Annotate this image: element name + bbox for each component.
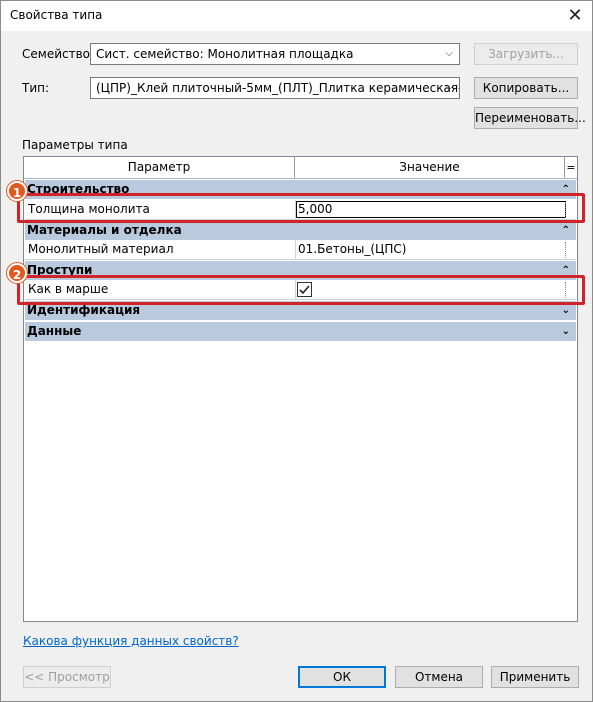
help-link[interactable]: Какова функция данных свойств?	[23, 634, 239, 648]
group-identification[interactable]: Идентификация ⌄	[25, 301, 576, 320]
family-value: Сист. семейство: Монолитная площадка	[96, 47, 354, 61]
step-marker-1: 1	[7, 181, 27, 201]
family-dropdown[interactable]: Сист. семейство: Монолитная площадка ⌵	[90, 43, 460, 65]
family-label: Семейство:	[22, 47, 95, 61]
group-treads[interactable]: Проступи ⌃	[25, 261, 576, 280]
column-header-value[interactable]: Значение	[295, 157, 565, 178]
dialog-title: Свойства типа	[10, 8, 103, 22]
param-name: Монолитный материал	[27, 240, 296, 259]
param-row-material[interactable]: Монолитный материал 01.Бетоны_(ЦПС)	[25, 240, 576, 260]
checkmark-icon	[299, 285, 310, 295]
apply-button[interactable]: Применить	[491, 666, 579, 688]
rename-button[interactable]: Переименовать...	[474, 107, 586, 129]
param-row-thickness[interactable]: Толщина монолита 5,000	[25, 200, 576, 220]
collapse-icon[interactable]: ⌃	[562, 180, 570, 199]
grid-header: Параметр Значение =	[24, 157, 577, 179]
collapse-icon[interactable]: ⌃	[562, 221, 570, 240]
group-materials[interactable]: Материалы и отделка ⌃	[25, 221, 576, 240]
ok-button[interactable]: ОК	[298, 666, 386, 688]
preview-button[interactable]: << Просмотр	[23, 666, 111, 688]
group-label: Данные	[27, 324, 82, 338]
param-value[interactable]: 01.Бетоны_(ЦПС)	[298, 240, 564, 259]
parameters-grid: Параметр Значение = Строительство ⌃ Толщ…	[23, 156, 578, 622]
type-label: Тип:	[22, 81, 50, 95]
thickness-input[interactable]: 5,000	[296, 201, 566, 218]
chevron-down-icon: ⌵	[445, 48, 453, 59]
copy-button[interactable]: Копировать...	[474, 77, 578, 99]
param-name: Как в марше	[27, 280, 296, 299]
row-divider	[565, 202, 566, 218]
group-label: Идентификация	[27, 303, 141, 317]
cancel-button[interactable]: Отмена	[395, 666, 483, 688]
chevron-down-icon: ⌵	[445, 82, 453, 93]
load-button[interactable]: Загрузить...	[474, 43, 578, 65]
type-properties-dialog: Свойства типа ✕ Семейство: Сист. семейст…	[0, 0, 593, 702]
column-header-formula[interactable]: =	[565, 157, 577, 178]
column-header-parameter[interactable]: Параметр	[24, 157, 295, 178]
group-construction[interactable]: Строительство ⌃	[25, 180, 576, 199]
type-value: (ЦПР)_Клей плиточный-5мм_(ПЛТ)_Плитка ке…	[96, 81, 460, 95]
row-divider	[565, 242, 566, 258]
group-data[interactable]: Данные ⌄	[25, 322, 576, 341]
step-marker-2: 2	[7, 263, 27, 283]
close-button[interactable]: ✕	[558, 1, 592, 31]
type-dropdown[interactable]: (ЦПР)_Клей плиточный-5мм_(ПЛТ)_Плитка ке…	[90, 77, 460, 99]
as-in-flight-checkbox[interactable]	[297, 282, 312, 297]
expand-icon[interactable]: ⌄	[562, 301, 570, 320]
title-bar: Свойства типа ✕	[1, 1, 592, 31]
expand-icon[interactable]: ⌄	[562, 322, 570, 341]
param-row-as-in-flight[interactable]: Как в марше	[25, 280, 576, 300]
group-label: Проступи	[27, 263, 93, 277]
param-name: Толщина монолита	[27, 200, 296, 219]
group-label: Строительство	[27, 182, 130, 196]
type-params-label: Параметры типа	[22, 138, 128, 152]
group-label: Материалы и отделка	[27, 223, 182, 237]
collapse-icon[interactable]: ⌃	[562, 261, 570, 280]
row-divider	[565, 282, 566, 298]
